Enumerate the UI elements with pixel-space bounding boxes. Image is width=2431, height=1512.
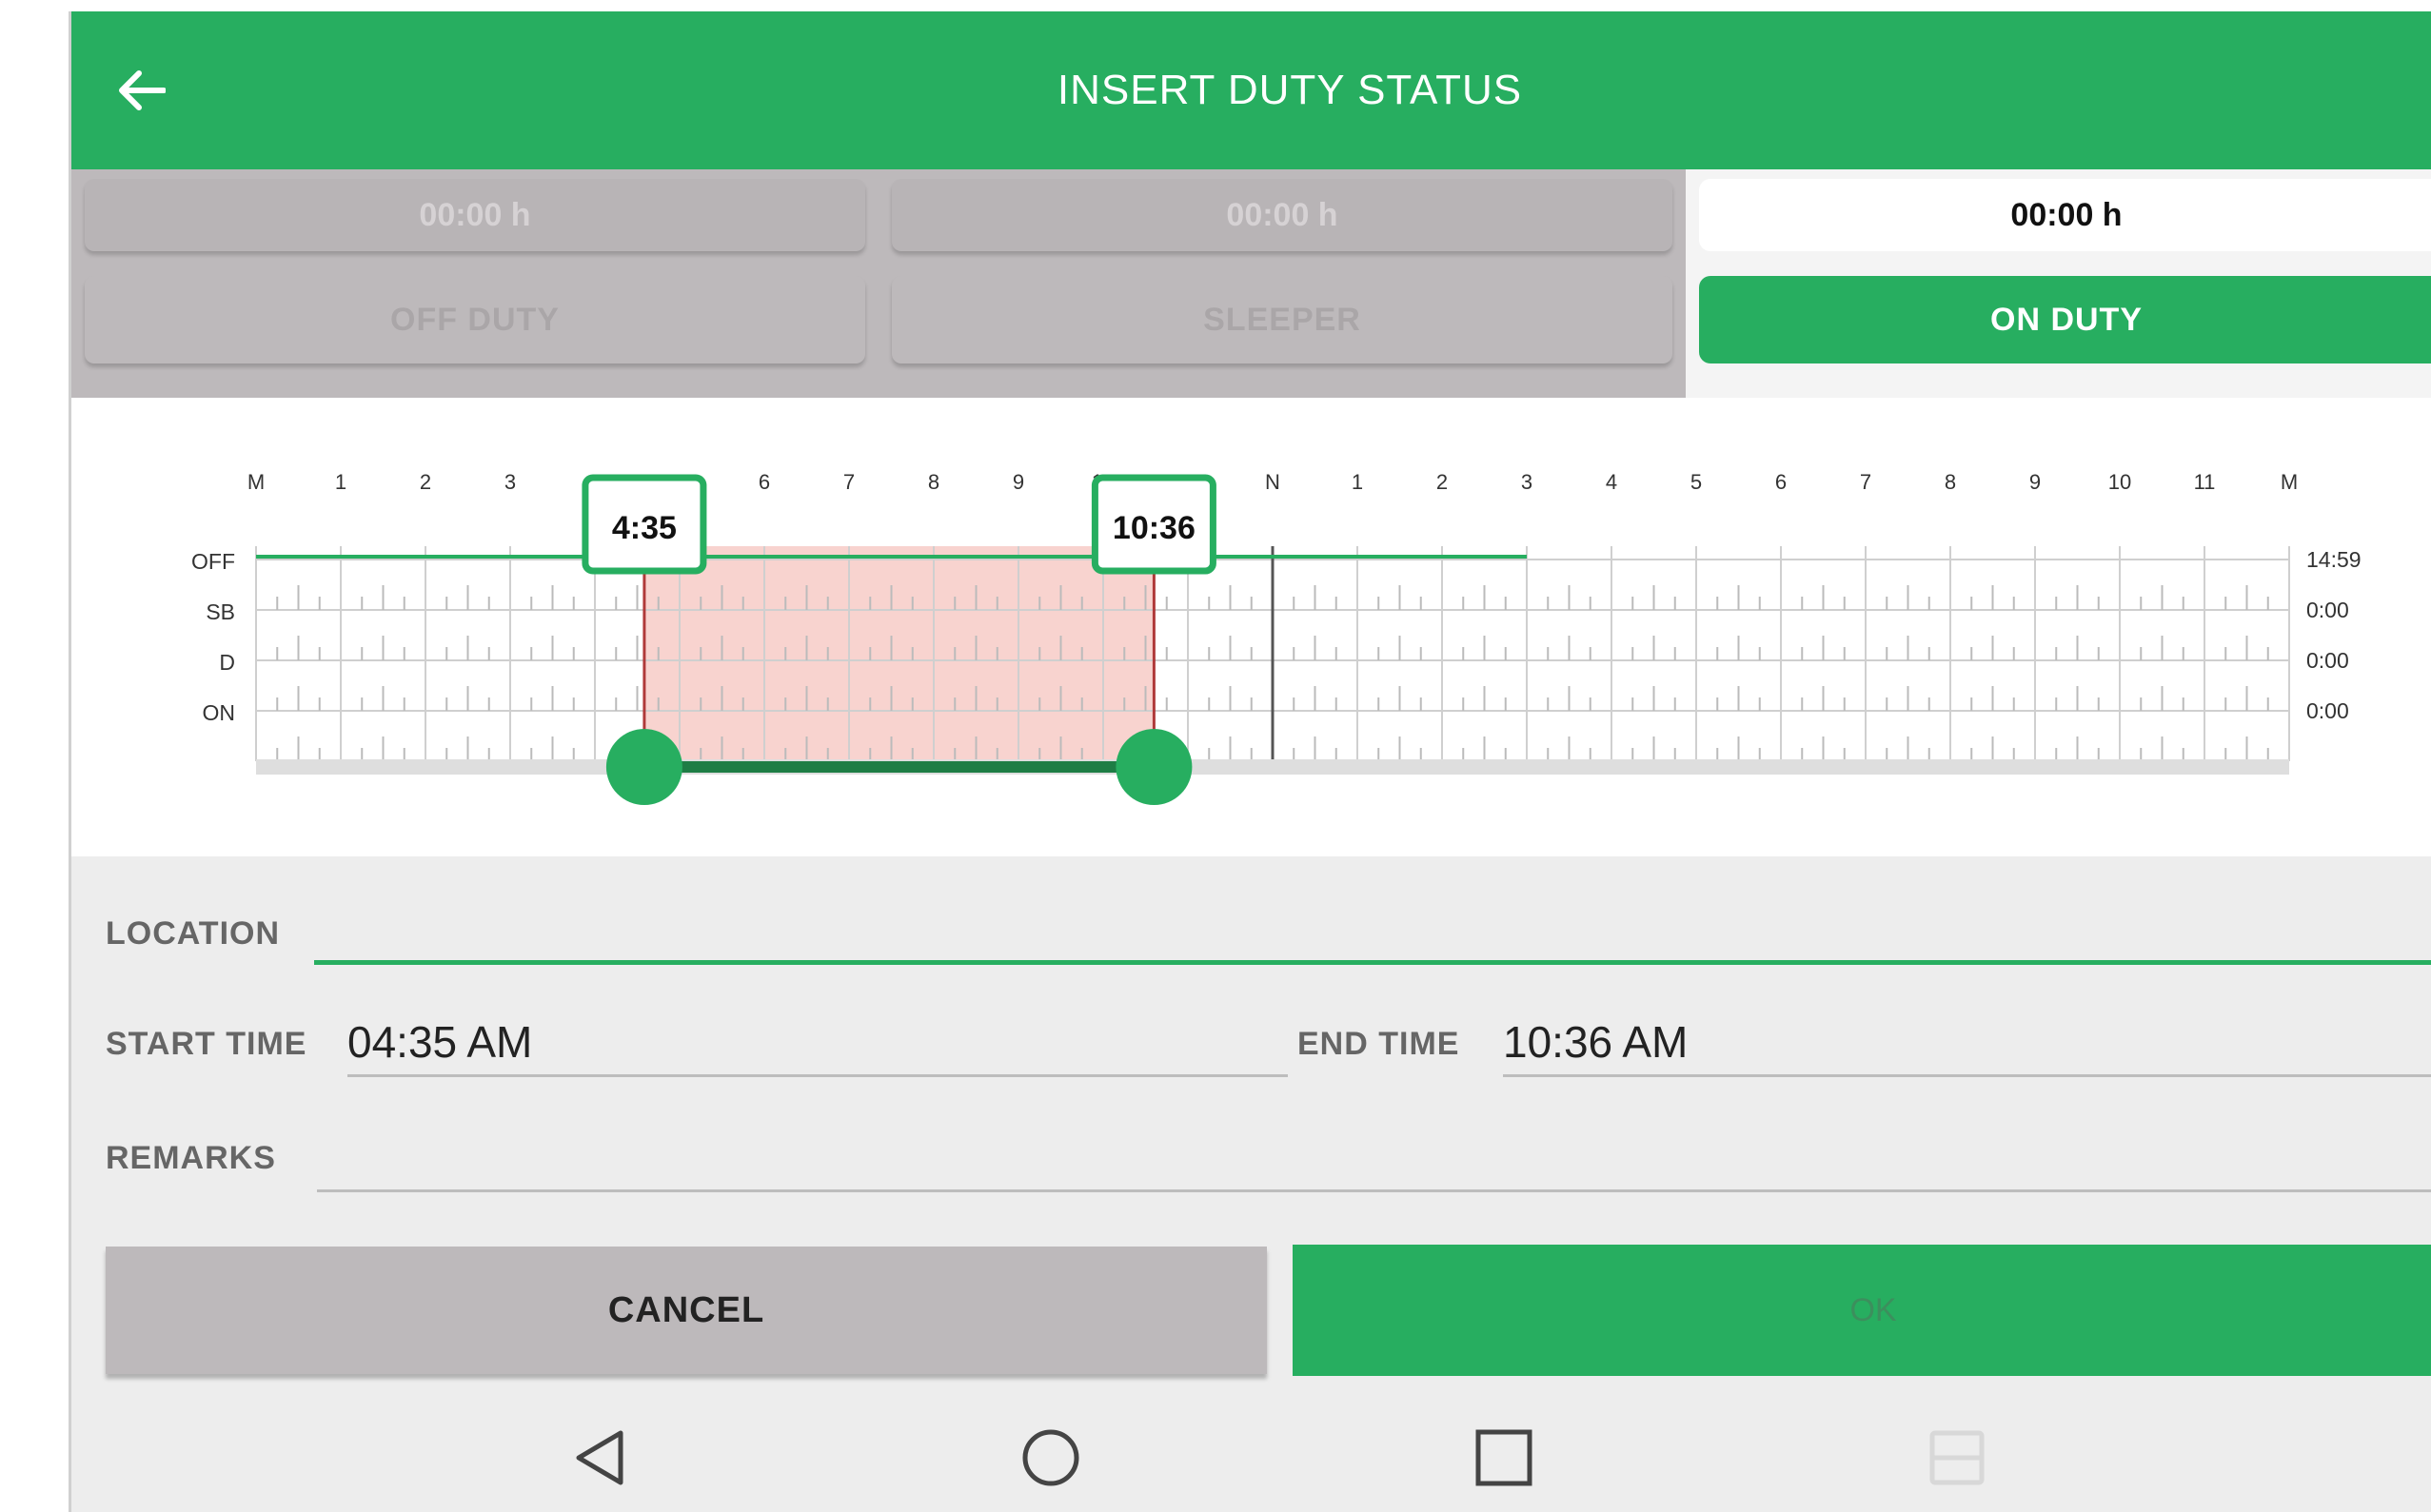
row-label: ON <box>203 700 236 725</box>
hour-label: 1 <box>1352 470 1363 494</box>
hour-label: 11 <box>2194 470 2216 494</box>
row-label: OFF <box>191 549 235 574</box>
hour-label: 8 <box>1945 470 1956 494</box>
hour-label: 5 <box>1690 470 1702 494</box>
hour-label: 8 <box>928 470 939 494</box>
start-time-underline <box>347 1074 1288 1077</box>
start-time-label: START TIME <box>106 1026 307 1062</box>
hour-label: 1 <box>335 470 346 494</box>
on-duty-button[interactable]: ON DUTY <box>1699 276 2431 363</box>
sleeper-button[interactable]: SLEEPER <box>892 276 1672 363</box>
selected-time-range <box>643 546 1155 761</box>
hour-label: N <box>1265 470 1280 494</box>
app-header: INSERT DUTY STATUS <box>71 11 2431 169</box>
duty-log-grid[interactable]: M1234567891011N1234567891011MOFFSBDON14:… <box>71 398 2431 856</box>
hour-label: 4 <box>1606 470 1617 494</box>
hour-label: M <box>247 470 265 494</box>
insert-duty-status-dialog: INSERT DUTY STATUS 00:00 h OFF DUTY 00:0… <box>69 11 2431 1512</box>
hour-label: 7 <box>843 470 855 494</box>
row-total: 0:00 <box>2306 598 2349 622</box>
nav-home-button[interactable] <box>998 1408 1103 1512</box>
end-time-label: END TIME <box>1297 1026 1460 1062</box>
hour-label: M <box>2281 470 2298 494</box>
system-navigation-bar <box>71 1408 2431 1512</box>
hour-label: 3 <box>504 470 516 494</box>
hour-label: 9 <box>1013 470 1024 494</box>
start-time-input[interactable]: 04:35 AM <box>347 1016 1261 1068</box>
remarks-label: REMARKS <box>106 1140 276 1176</box>
screen: INSERT DUTY STATUS 00:00 h OFF DUTY 00:0… <box>0 0 2431 1512</box>
end-time-input[interactable]: 10:36 AM <box>1503 1016 2426 1068</box>
time-slider-track <box>256 759 2289 775</box>
on-duty-hours: 00:00 h <box>1699 179 2431 251</box>
nav-split-screen-button[interactable] <box>1905 1408 2009 1512</box>
home-circle-icon <box>1020 1427 1081 1493</box>
end-time-handle[interactable] <box>1116 729 1193 805</box>
split-screen-icon <box>1927 1427 1987 1493</box>
location-input[interactable] <box>317 910 2411 963</box>
remarks-input[interactable] <box>317 1134 2411 1188</box>
row-total: 14:59 <box>2306 547 2362 572</box>
nav-back-button[interactable] <box>547 1408 652 1512</box>
start-time-bubble-text: 4:35 <box>612 510 677 546</box>
remarks-underline <box>317 1189 2431 1192</box>
row-total: 0:00 <box>2306 648 2349 673</box>
start-time-handle[interactable] <box>605 729 682 805</box>
hour-label: 10 <box>2108 470 2131 494</box>
nav-recents-button[interactable] <box>1452 1408 1556 1512</box>
status-option-off-duty: 00:00 h OFF DUTY <box>71 169 879 398</box>
end-time-underline <box>1503 1074 2431 1077</box>
hour-label: 7 <box>1860 470 1871 494</box>
hour-label: 2 <box>420 470 431 494</box>
status-option-sleeper: 00:00 h SLEEPER <box>879 169 1686 398</box>
hour-label: 9 <box>2029 470 2041 494</box>
ok-button[interactable]: OK <box>1293 1245 2431 1376</box>
off-duty-button[interactable]: OFF DUTY <box>85 276 865 363</box>
hour-label: 6 <box>759 470 770 494</box>
row-total: 0:00 <box>2306 698 2349 723</box>
hour-label: 6 <box>1775 470 1787 494</box>
row-label: D <box>219 650 235 675</box>
duty-log-graph-area: M1234567891011N1234567891011MOFFSBDON14:… <box>71 398 2431 856</box>
hour-label: 3 <box>1521 470 1532 494</box>
hour-label: 2 <box>1436 470 1448 494</box>
location-underline-focused <box>314 960 2431 965</box>
off-duty-hours: 00:00 h <box>85 179 865 251</box>
cancel-button[interactable]: CANCEL <box>106 1247 1267 1374</box>
row-label: SB <box>206 599 235 624</box>
sleeper-hours: 00:00 h <box>892 179 1672 251</box>
recents-square-icon <box>1474 1428 1533 1492</box>
page-title: INSERT DUTY STATUS <box>1057 67 1523 113</box>
status-option-on-duty: 00:00 h ON DUTY <box>1686 169 2431 398</box>
back-triangle-icon <box>571 1427 628 1493</box>
duty-status-selector: 00:00 h OFF DUTY 00:00 h SLEEPER 00:00 h… <box>71 169 2431 398</box>
location-label: LOCATION <box>106 915 281 952</box>
end-time-bubble-text: 10:36 <box>1113 510 1196 546</box>
